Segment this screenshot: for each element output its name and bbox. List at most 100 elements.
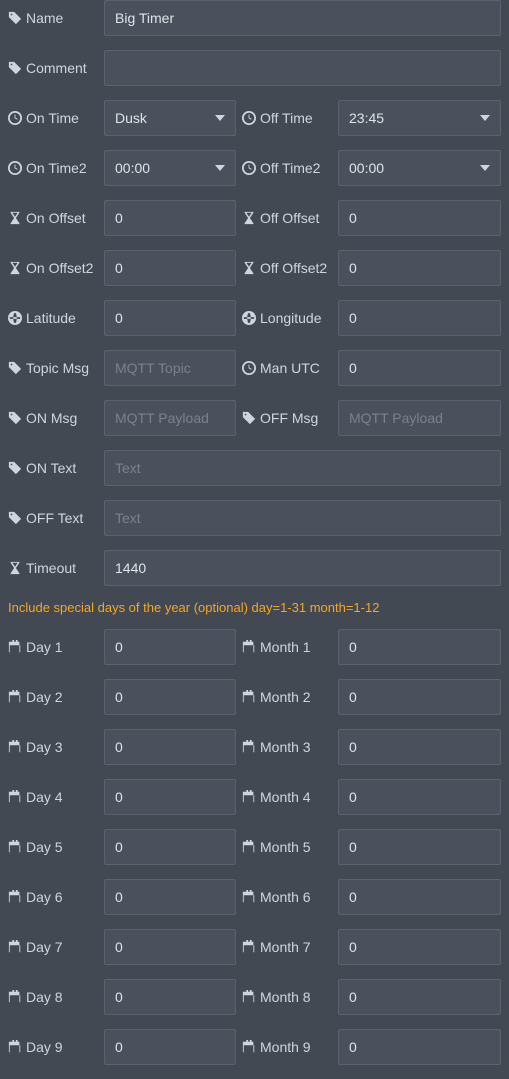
hourglass-icon bbox=[8, 561, 22, 575]
off-time2-select[interactable]: 00:00 bbox=[338, 150, 501, 186]
globe-icon bbox=[8, 311, 22, 325]
on-offset2-input[interactable] bbox=[104, 250, 236, 286]
hourglass-icon bbox=[242, 211, 256, 225]
day-5-label: Day 5 bbox=[8, 839, 98, 855]
month-2-input[interactable] bbox=[338, 679, 501, 715]
tag-icon bbox=[8, 11, 22, 25]
on-offset-label: On Offset bbox=[8, 210, 98, 226]
hourglass-icon bbox=[8, 211, 22, 225]
clock-icon bbox=[242, 361, 256, 375]
off-time-label: Off Time bbox=[242, 110, 332, 126]
clock-icon bbox=[8, 111, 22, 125]
on-time2-label: On Time2 bbox=[8, 160, 98, 176]
calendar-icon bbox=[8, 740, 22, 754]
day-9-label: Day 9 bbox=[8, 1039, 98, 1055]
off-offset-label: Off Offset bbox=[242, 210, 332, 226]
latitude-input[interactable] bbox=[104, 300, 236, 336]
day-4-label: Day 4 bbox=[8, 789, 98, 805]
calendar-icon bbox=[242, 890, 256, 904]
off-time2-label-text: Off Time2 bbox=[260, 160, 320, 176]
calendar-icon bbox=[242, 690, 256, 704]
month-9-label: Month 9 bbox=[242, 1039, 332, 1055]
calendar-icon bbox=[242, 640, 256, 654]
latitude-label-text: Latitude bbox=[26, 310, 76, 326]
off-text-input[interactable] bbox=[104, 500, 501, 536]
day-4-label-text: Day 4 bbox=[26, 789, 63, 805]
month-5-input[interactable] bbox=[338, 829, 501, 865]
tag-icon bbox=[242, 411, 256, 425]
name-label-text: Name bbox=[26, 10, 63, 26]
day-4-input[interactable] bbox=[104, 779, 236, 815]
calendar-icon bbox=[8, 1040, 22, 1054]
month-5-label: Month 5 bbox=[242, 839, 332, 855]
off-msg-label-text: OFF Msg bbox=[260, 410, 318, 426]
calendar-icon bbox=[242, 940, 256, 954]
off-offset2-input[interactable] bbox=[338, 250, 501, 286]
topic-msg-input[interactable] bbox=[104, 350, 236, 386]
off-time2-label: Off Time2 bbox=[242, 160, 332, 176]
month-4-input[interactable] bbox=[338, 779, 501, 815]
month-5-label-text: Month 5 bbox=[260, 839, 311, 855]
on-time-select[interactable]: Dusk bbox=[104, 100, 236, 136]
month-9-input[interactable] bbox=[338, 1029, 501, 1065]
timeout-label: Timeout bbox=[8, 560, 98, 576]
day-8-input[interactable] bbox=[104, 979, 236, 1015]
day-2-input[interactable] bbox=[104, 679, 236, 715]
month-6-label: Month 6 bbox=[242, 889, 332, 905]
month-7-label-text: Month 7 bbox=[260, 939, 311, 955]
day-3-input[interactable] bbox=[104, 729, 236, 765]
day-8-label-text: Day 8 bbox=[26, 989, 63, 1005]
on-offset2-label-text: On Offset2 bbox=[26, 260, 93, 276]
day-7-input[interactable] bbox=[104, 929, 236, 965]
day-7-label-text: Day 7 bbox=[26, 939, 63, 955]
day-1-label: Day 1 bbox=[8, 639, 98, 655]
calendar-icon bbox=[242, 840, 256, 854]
month-4-label: Month 4 bbox=[242, 789, 332, 805]
day-5-input[interactable] bbox=[104, 829, 236, 865]
calendar-icon bbox=[242, 990, 256, 1004]
on-time2-select[interactable]: 00:00 bbox=[104, 150, 236, 186]
month-2-label: Month 2 bbox=[242, 689, 332, 705]
day-3-label: Day 3 bbox=[8, 739, 98, 755]
on-msg-input[interactable] bbox=[104, 400, 236, 436]
on-offset-label-text: On Offset bbox=[26, 210, 86, 226]
month-3-label-text: Month 3 bbox=[260, 739, 311, 755]
off-msg-input[interactable] bbox=[338, 400, 501, 436]
off-offset-input[interactable] bbox=[338, 200, 501, 236]
month-1-input[interactable] bbox=[338, 629, 501, 665]
off-time-select[interactable]: 23:45 bbox=[338, 100, 501, 136]
latitude-label: Latitude bbox=[8, 310, 98, 326]
month-3-input[interactable] bbox=[338, 729, 501, 765]
month-6-label-text: Month 6 bbox=[260, 889, 311, 905]
tag-icon bbox=[8, 361, 22, 375]
on-time-label-text: On Time bbox=[26, 110, 79, 126]
day-7-label: Day 7 bbox=[8, 939, 98, 955]
comment-label: Comment bbox=[8, 60, 98, 76]
on-msg-label-text: ON Msg bbox=[26, 410, 77, 426]
name-label: Name bbox=[8, 10, 98, 26]
day-6-input[interactable] bbox=[104, 879, 236, 915]
day-1-input[interactable] bbox=[104, 629, 236, 665]
timeout-input[interactable] bbox=[104, 550, 501, 586]
month-6-input[interactable] bbox=[338, 879, 501, 915]
longitude-label: Longitude bbox=[242, 310, 332, 326]
day-9-label-text: Day 9 bbox=[26, 1039, 63, 1055]
topic-msg-label: Topic Msg bbox=[8, 360, 98, 376]
on-offset-input[interactable] bbox=[104, 200, 236, 236]
month-7-input[interactable] bbox=[338, 929, 501, 965]
off-text-label: OFF Text bbox=[8, 510, 98, 526]
longitude-input[interactable] bbox=[338, 300, 501, 336]
month-9-label-text: Month 9 bbox=[260, 1039, 311, 1055]
month-1-label-text: Month 1 bbox=[260, 639, 311, 655]
month-8-input[interactable] bbox=[338, 979, 501, 1015]
name-input[interactable] bbox=[104, 0, 501, 36]
day-9-input[interactable] bbox=[104, 1029, 236, 1065]
calendar-icon bbox=[8, 990, 22, 1004]
globe-icon bbox=[242, 311, 256, 325]
calendar-icon bbox=[8, 690, 22, 704]
day-5-label-text: Day 5 bbox=[26, 839, 63, 855]
on-text-input[interactable] bbox=[104, 450, 501, 486]
man-utc-input[interactable] bbox=[338, 350, 501, 386]
on-text-label-text: ON Text bbox=[26, 460, 76, 476]
comment-input[interactable] bbox=[104, 50, 501, 86]
